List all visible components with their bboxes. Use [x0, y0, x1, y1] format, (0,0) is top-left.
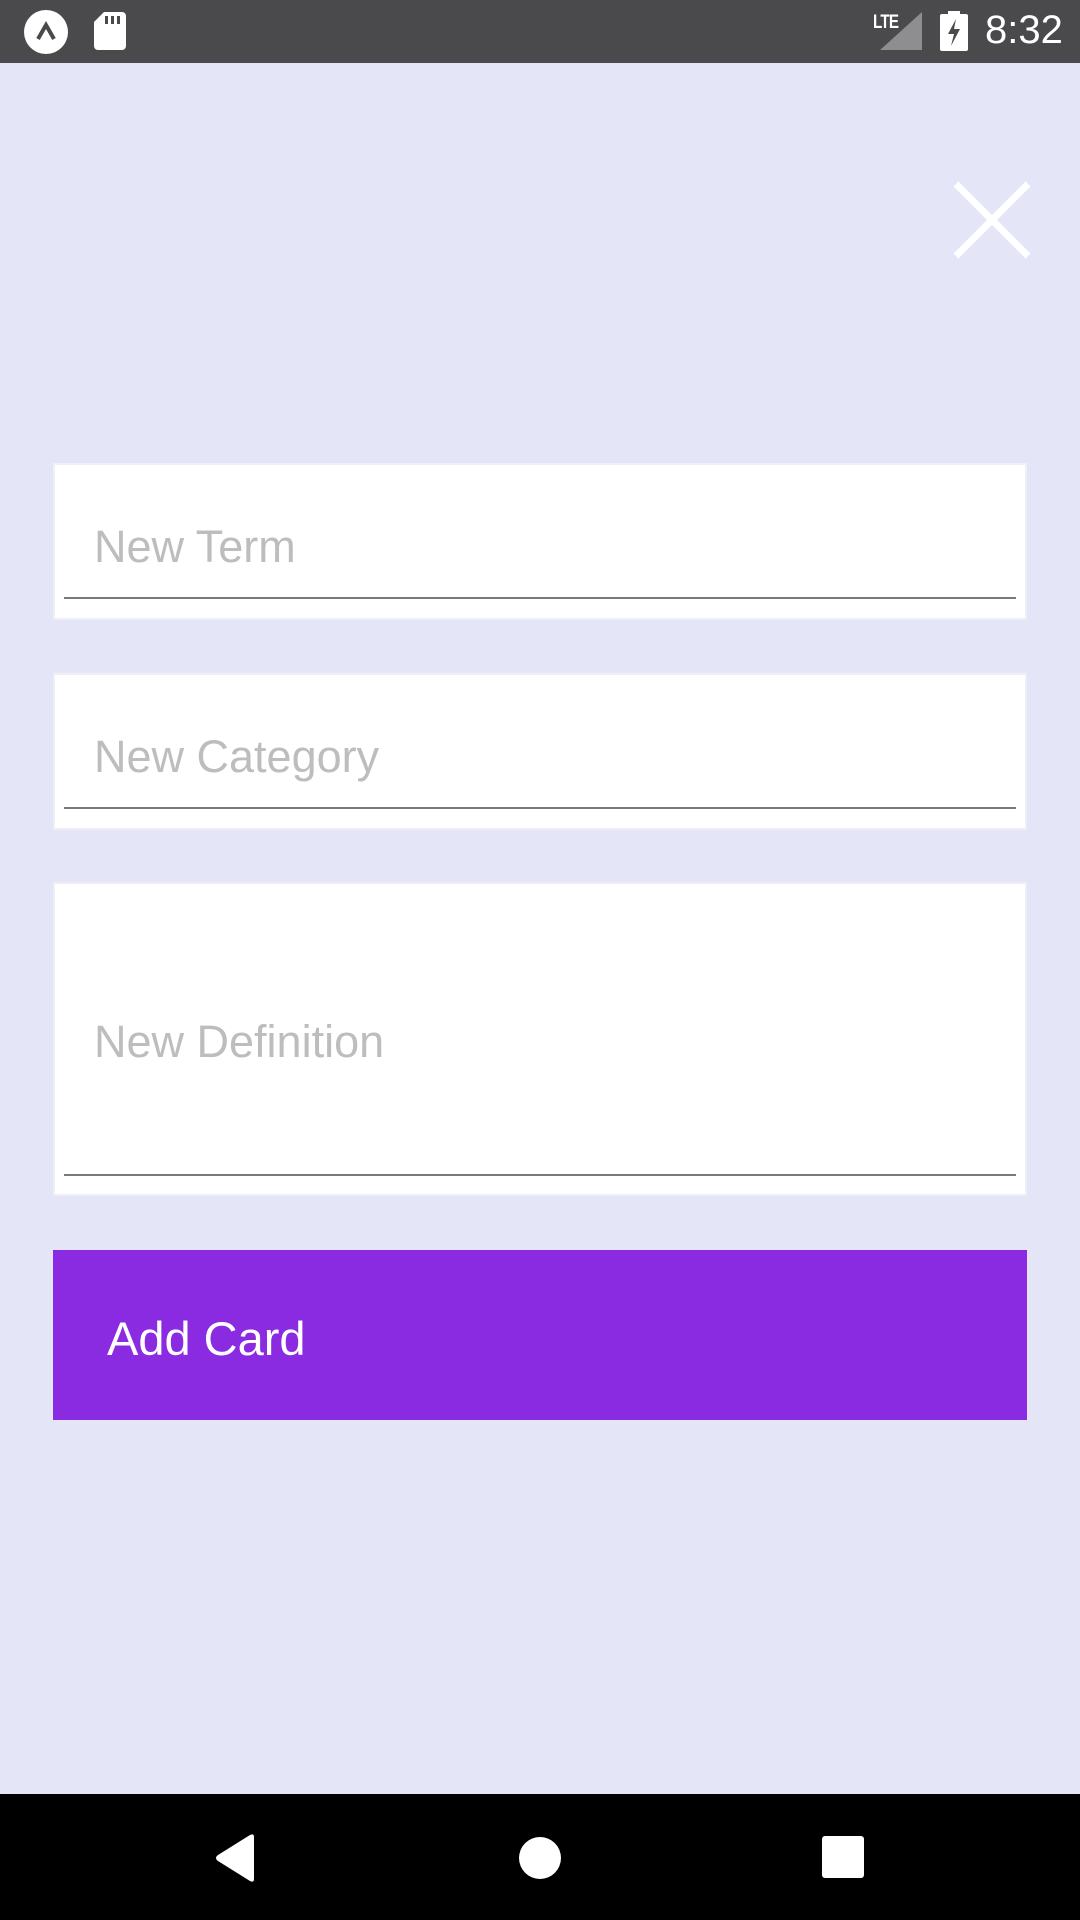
signal-icon [880, 12, 922, 50]
home-icon[interactable] [518, 1836, 562, 1880]
term-input[interactable]: New Term [53, 463, 1027, 620]
status-bar: LTE 8:32 [0, 0, 1080, 63]
recents-icon[interactable] [822, 1836, 864, 1878]
definition-input[interactable]: New Definition [53, 882, 1027, 1196]
category-input[interactable]: New Category [53, 673, 1027, 830]
definition-placeholder: New Definition [94, 1016, 385, 1067]
term-underline [64, 597, 1016, 599]
definition-underline [64, 1174, 1016, 1176]
category-underline [64, 807, 1016, 809]
sd-card-icon [94, 12, 126, 50]
category-placeholder: New Category [94, 731, 380, 782]
close-icon [953, 181, 1031, 259]
add-card-label: Add Card [107, 1312, 306, 1365]
status-time: 8:32 [985, 8, 1063, 52]
battery-charging-icon [940, 11, 968, 51]
term-placeholder: New Term [94, 521, 296, 572]
navigation-bar [0, 1794, 1080, 1920]
add-card-button[interactable]: Add Card [53, 1250, 1027, 1420]
close-button[interactable] [948, 176, 1036, 264]
back-icon[interactable] [214, 1833, 258, 1883]
app-notification-icon [24, 10, 68, 54]
